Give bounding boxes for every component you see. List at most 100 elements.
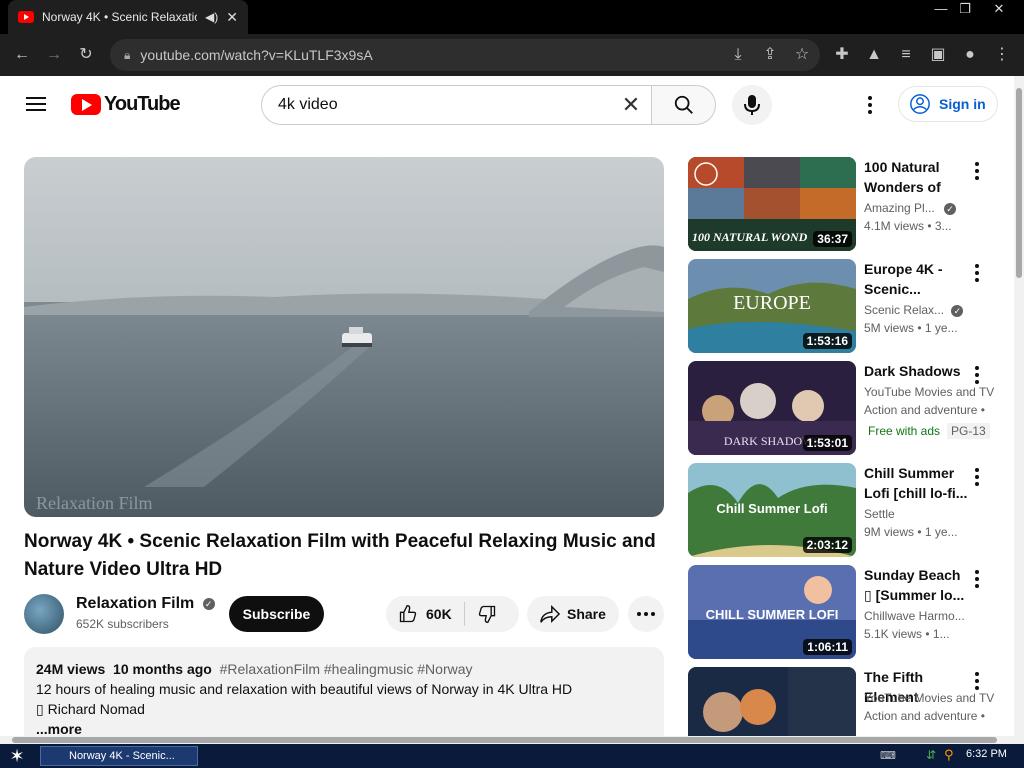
svg-text:100 NATURAL WOND: 100 NATURAL WOND [692,230,808,244]
search-query: 4k video [278,96,338,113]
url-text: youtube.com/watch?v=KLuTLF3x9sA [140,47,373,63]
svg-text:Chill Summer Lofi: Chill Summer Lofi [716,501,827,516]
video-thumbnail[interactable]: EUROPE 1:53:16 [688,259,856,353]
vertical-scrollbar[interactable] [1014,76,1024,736]
youtube-page: YouTube 4k video ✕ Sign in Relaxation Fi… [0,76,1014,736]
description-box[interactable]: 24M views 10 months ago #RelaxationFilm … [24,647,664,736]
related-meta: 5.1K views • 1... [864,627,950,641]
clear-search-icon[interactable]: ✕ [611,92,651,118]
horizontal-scrollbar[interactable] [0,736,1024,744]
related-video[interactable]: 100 NATURAL WOND 36:37 100 Natural Wonde… [688,157,1008,251]
close-window-button[interactable]: ✕ [984,0,1014,18]
tab-close-icon[interactable]: ✕ [226,9,238,26]
install-icon[interactable]: ⤓ [728,45,748,65]
more-vertical-icon[interactable] [972,671,982,691]
search-button[interactable] [652,85,716,125]
youtube-logo[interactable]: YouTube [71,93,181,116]
reload-icon[interactable]: ↻ [76,45,96,65]
video-thumbnail[interactable]: Chill Summer Lofi 2:03:12 [688,463,856,557]
svg-text:CHILL SUMMER LOFI: CHILL SUMMER LOFI [706,607,839,622]
video-thumbnail[interactable] [688,667,856,736]
subscribe-button[interactable]: Subscribe [229,596,324,632]
related-meta: Action and adventure • [864,709,985,723]
video-owner-row: Relaxation Film ✓ 652K subscribers Subsc… [24,594,664,634]
labs-icon[interactable]: ▲ [864,45,884,65]
related-title[interactable]: Europe 4K - Scenic... [864,259,968,299]
related-title[interactable]: Chill Summer Lofi [chill lo-fi... [864,463,968,503]
more-vertical-icon[interactable] [972,263,982,283]
video-player[interactable]: Relaxation Film [24,157,664,517]
related-channel[interactable]: YouTube Movies and TV [864,385,1004,399]
browser-tab[interactable]: Norway 4K • Scenic Relaxation ◀) ✕ [8,0,248,34]
voice-search-button[interactable] [732,85,772,125]
browser-menu-icon[interactable]: ⋮ [992,45,1012,65]
show-more-link[interactable]: ...more [36,719,652,736]
like-dislike-bar: 60K [386,596,519,632]
microphone-icon [744,95,760,115]
search-input[interactable]: 4k video ✕ [261,85,652,125]
more-vertical-icon[interactable] [972,467,982,487]
settings-more-icon[interactable] [860,93,880,117]
video-thumbnail[interactable]: DARK SHADOWS 1:53:01 [688,361,856,455]
browser-tab-bar: Norway 4K • Scenic Relaxation ◀) ✕ — ❐ ✕ [0,0,1024,34]
sidepanel-icon[interactable]: ▣ [928,45,948,65]
address-bar[interactable]: 🔒︎ youtube.com/watch?v=KLuTLF3x9sA [110,39,820,71]
description-line: ▯ Richard Nomad [36,701,145,717]
related-video[interactable]: DARK SHADOWS 1:53:01 Dark Shadows YouTub… [688,361,1008,455]
tray-keyboard-icon[interactable]: ⌨ [880,749,896,762]
related-video[interactable]: Chill Summer Lofi 2:03:12 Chill Summer L… [688,463,1008,557]
share-icon [540,604,561,624]
extensions-icon[interactable]: ✚ [832,45,852,65]
taskbar-browser-item[interactable]: Norway 4K - Scenic... [40,746,198,766]
sign-in-button[interactable]: Sign in [898,86,998,122]
like-button[interactable]: 60K [386,602,465,626]
more-vertical-icon[interactable] [972,569,982,589]
verified-icon: ✓ [951,305,964,317]
more-vertical-icon[interactable] [972,161,982,181]
search-icon [674,95,693,114]
related-video[interactable]: EUROPE 1:53:16 Europe 4K - Scenic... Sce… [688,259,1008,353]
related-meta: 5M views • 1 ye... [864,321,958,335]
description-line: 12 hours of healing music and relaxation… [36,681,573,697]
share-page-icon[interactable]: ⇪ [760,45,780,65]
related-title[interactable]: Sunday Beach ▯ [Summer lo... [864,565,968,605]
related-title[interactable]: 100 Natural Wonders of th... [864,157,968,197]
hamburger-menu-icon[interactable] [24,93,48,117]
video-thumbnail[interactable]: CHILL SUMMER LOFI 1:06:11 [688,565,856,659]
share-button[interactable]: Share [527,596,619,632]
related-channel[interactable]: Settle [864,507,1004,521]
channel-name[interactable]: Relaxation Film ✓ [76,595,215,613]
tray-search-icon[interactable]: ⚲ [944,747,954,763]
media-icon[interactable]: ≡ [896,45,916,65]
restore-button[interactable]: ❐ [950,0,980,18]
free-with-ads-badge: Free with ads [868,424,941,438]
speaker-icon[interactable]: ◀) [205,10,218,24]
related-channel[interactable]: Chillwave Harmo... [864,609,1004,623]
verified-icon: ✓ [202,597,215,610]
youtube-favicon-icon [18,11,34,23]
youtube-play-icon [71,94,101,115]
related-video[interactable]: The Fifth Element YouTube Movies and TV … [688,667,1008,736]
channel-avatar[interactable] [24,594,64,634]
related-channel[interactable]: Scenic Relax... ✓ [864,303,1004,317]
verified-icon: ✓ [944,203,957,215]
lock-icon: 🔒︎ [124,47,131,62]
related-video[interactable]: CHILL SUMMER LOFI 1:06:11 Sunday Beach ▯… [688,565,1008,659]
more-actions-button[interactable] [628,596,664,632]
dislike-button[interactable] [465,604,509,624]
video-duration: 36:37 [813,231,852,247]
related-channel[interactable]: Amazing Pl... ✓ [864,201,1004,215]
related-channel[interactable]: YouTube Movies and TV [864,691,1004,705]
sign-in-label: Sign in [939,96,986,112]
hashtags[interactable]: #RelaxationFilm #healingmusic #Norway [220,661,473,677]
forward-icon[interactable]: → [44,45,64,65]
start-star-icon[interactable]: ✶ [6,746,28,766]
video-watermark: Relaxation Film [36,493,153,513]
rating-badge: PG-13 [947,423,990,439]
profile-icon[interactable]: ● [960,45,980,65]
bookmark-star-icon[interactable]: ☆ [792,45,812,65]
more-vertical-icon[interactable] [972,365,982,385]
video-thumbnail[interactable]: 100 NATURAL WOND 36:37 [688,157,856,251]
tray-network-icon[interactable]: ⇵ [926,748,936,762]
back-icon[interactable]: ← [12,45,32,65]
